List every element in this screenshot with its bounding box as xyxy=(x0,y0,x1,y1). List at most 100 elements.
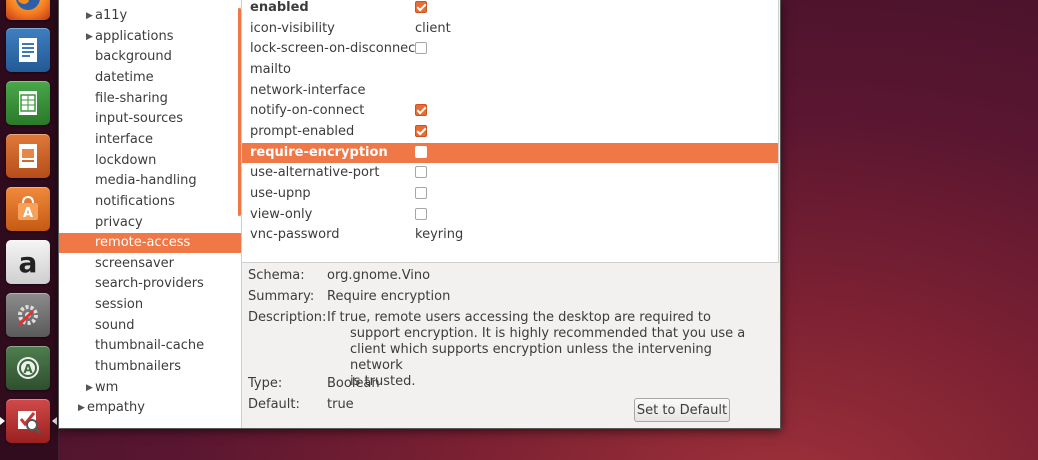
tree-item-sound[interactable]: sound xyxy=(59,316,241,336)
tree-item-background[interactable]: background xyxy=(59,47,241,67)
key-row-vnc-password[interactable]: vnc-password keyring xyxy=(242,225,778,245)
key-name: enabled xyxy=(250,0,309,15)
dconf-editor-icon[interactable] xyxy=(6,399,50,443)
key-name: icon-visibility xyxy=(250,20,335,36)
key-row-notify-on-connect[interactable]: notify-on-connect xyxy=(242,101,778,121)
description-line: support encryption. It is highly recomme… xyxy=(350,326,746,341)
tree-item-applications[interactable]: ▶ applications xyxy=(59,27,241,47)
key-name: mailto xyxy=(250,61,291,77)
libreoffice-calc-icon[interactable] xyxy=(6,81,50,125)
tree-item-label: sound xyxy=(95,317,135,333)
tree-item-notifications[interactable]: notifications xyxy=(59,192,241,212)
tree-item-label: datetime xyxy=(95,69,154,85)
key-row-prompt-enabled[interactable]: prompt-enabled xyxy=(242,122,778,142)
key-row-enabled[interactable]: enabled xyxy=(242,0,778,18)
tree-item-search-providers[interactable]: search-providers xyxy=(59,274,241,294)
default-label: Default: xyxy=(248,397,300,412)
tree-item-a11y[interactable]: ▶ a11y xyxy=(59,6,241,26)
key-name: lock-screen-on-disconnect xyxy=(250,41,421,57)
tree-item-thumbnailers[interactable]: thumbnailers xyxy=(59,357,241,377)
tree-item-label: applications xyxy=(95,28,174,44)
tree-item-file-sharing[interactable]: file-sharing xyxy=(59,89,241,109)
tree-item-input-sources[interactable]: input-sources xyxy=(59,109,241,129)
tree-item-empathy[interactable]: ▶ empathy xyxy=(59,398,241,418)
tree-item-label: screensaver xyxy=(95,255,174,271)
tree-item-label: lockdown xyxy=(95,152,157,168)
description-line: is trusted. xyxy=(350,374,416,389)
tree-item-label: wm xyxy=(95,379,119,395)
key-row-use-upnp[interactable]: use-upnp xyxy=(242,184,778,204)
tree-item-thumbnail-cache[interactable]: thumbnail-cache xyxy=(59,336,241,356)
firefox-icon[interactable] xyxy=(6,0,50,20)
expander-arrow-icon[interactable]: ▶ xyxy=(78,398,85,418)
tree-scrollbar[interactable] xyxy=(238,8,241,216)
amazon-icon[interactable]: a xyxy=(6,240,50,284)
key-row-view-only[interactable]: view-only xyxy=(242,205,778,225)
libreoffice-writer-icon[interactable] xyxy=(6,28,50,72)
tree-item-lockdown[interactable]: lockdown xyxy=(59,151,241,171)
tree-item-media-handling[interactable]: media-handling xyxy=(59,171,241,191)
key-row-use-alternative-port[interactable]: use-alternative-port xyxy=(242,163,778,183)
key-name: notify-on-connect xyxy=(250,103,365,119)
key-value-checkbox[interactable] xyxy=(415,207,427,220)
key-row-mailto[interactable]: mailto xyxy=(242,60,778,80)
tree-item-label: interface xyxy=(95,131,153,147)
tree-item-label: file-sharing xyxy=(95,90,168,106)
tree-item-screensaver[interactable]: screensaver xyxy=(59,254,241,274)
key-value-text[interactable]: keyring xyxy=(415,225,463,245)
key-value-text[interactable]: client xyxy=(415,19,451,39)
tree-item-session[interactable]: session xyxy=(59,295,241,315)
libreoffice-impress-icon[interactable] xyxy=(6,134,50,178)
expander-arrow-icon[interactable]: ▶ xyxy=(86,27,93,47)
description-line: If true, remote users accessing the desk… xyxy=(327,310,711,325)
schema-value: org.gnome.Vino xyxy=(327,268,431,283)
ubuntu-software-center-icon[interactable]: A xyxy=(6,187,50,231)
key-name: vnc-password xyxy=(250,227,340,243)
tree-item-datetime[interactable]: datetime xyxy=(59,68,241,88)
tree-item-label: search-providers xyxy=(95,276,204,292)
key-list[interactable]: enabled icon-visibility client lock-screen-… xyxy=(242,0,779,263)
tree-item-label: empathy xyxy=(87,400,145,416)
description-value: If true, remote users accessing the desk… xyxy=(327,310,747,390)
key-value-checkbox[interactable] xyxy=(415,145,427,158)
key-row-icon-visibility[interactable]: icon-visibility client xyxy=(242,19,778,39)
description-label: Description: xyxy=(248,310,327,325)
svg-text:A: A xyxy=(23,362,33,376)
expander-arrow-icon[interactable]: ▶ xyxy=(86,378,93,398)
amazon-glyph: a xyxy=(18,245,38,279)
summary-label: Summary: xyxy=(248,289,315,304)
tree-item-label: session xyxy=(95,297,144,313)
tree-item-interface[interactable]: interface xyxy=(59,130,241,150)
tree-item-remote-access[interactable]: remote-access xyxy=(59,233,241,254)
key-row-network-interface[interactable]: network-interface xyxy=(242,81,778,101)
key-row-lock-screen-on-disconnect[interactable]: lock-screen-on-disconnect xyxy=(242,39,778,59)
key-value-checkbox[interactable] xyxy=(415,166,427,179)
key-name: require-encryption xyxy=(250,144,388,160)
key-row-require-encryption[interactable]: require-encryption xyxy=(242,142,778,163)
system-settings-icon[interactable] xyxy=(6,293,50,337)
key-value-checkbox[interactable] xyxy=(415,186,427,199)
key-name: prompt-enabled xyxy=(250,123,355,139)
key-value-checkbox[interactable] xyxy=(415,42,427,55)
tree-item-wm[interactable]: ▶ wm xyxy=(59,378,241,398)
tree-item-label: input-sources xyxy=(95,111,184,127)
tree-item-label: thumbnailers xyxy=(95,359,182,375)
schema-label: Schema: xyxy=(248,268,305,283)
set-to-default-button[interactable]: Set to Default xyxy=(634,398,730,422)
key-value-checkbox[interactable] xyxy=(415,1,427,13)
tree-item-label: thumbnail-cache xyxy=(95,338,205,354)
key-name: use-alternative-port xyxy=(250,165,380,181)
type-label: Type: xyxy=(248,376,283,391)
expander-arrow-icon[interactable]: ▶ xyxy=(86,6,93,26)
unity-launcher: A a A xyxy=(0,0,59,460)
running-indicator xyxy=(0,417,5,425)
key-name: view-only xyxy=(250,206,313,222)
tree-item-label: privacy xyxy=(95,214,143,230)
key-value-checkbox[interactable] xyxy=(415,104,427,117)
tree-item-privacy[interactable]: privacy xyxy=(59,213,241,233)
key-value-checkbox[interactable] xyxy=(415,124,427,137)
summary-value: Require encryption xyxy=(327,289,451,304)
schema-tree[interactable]: ▶ a11y ▶ applications background datetime file… xyxy=(59,0,242,428)
software-updater-icon[interactable]: A xyxy=(6,346,50,390)
focused-indicator xyxy=(52,417,57,425)
